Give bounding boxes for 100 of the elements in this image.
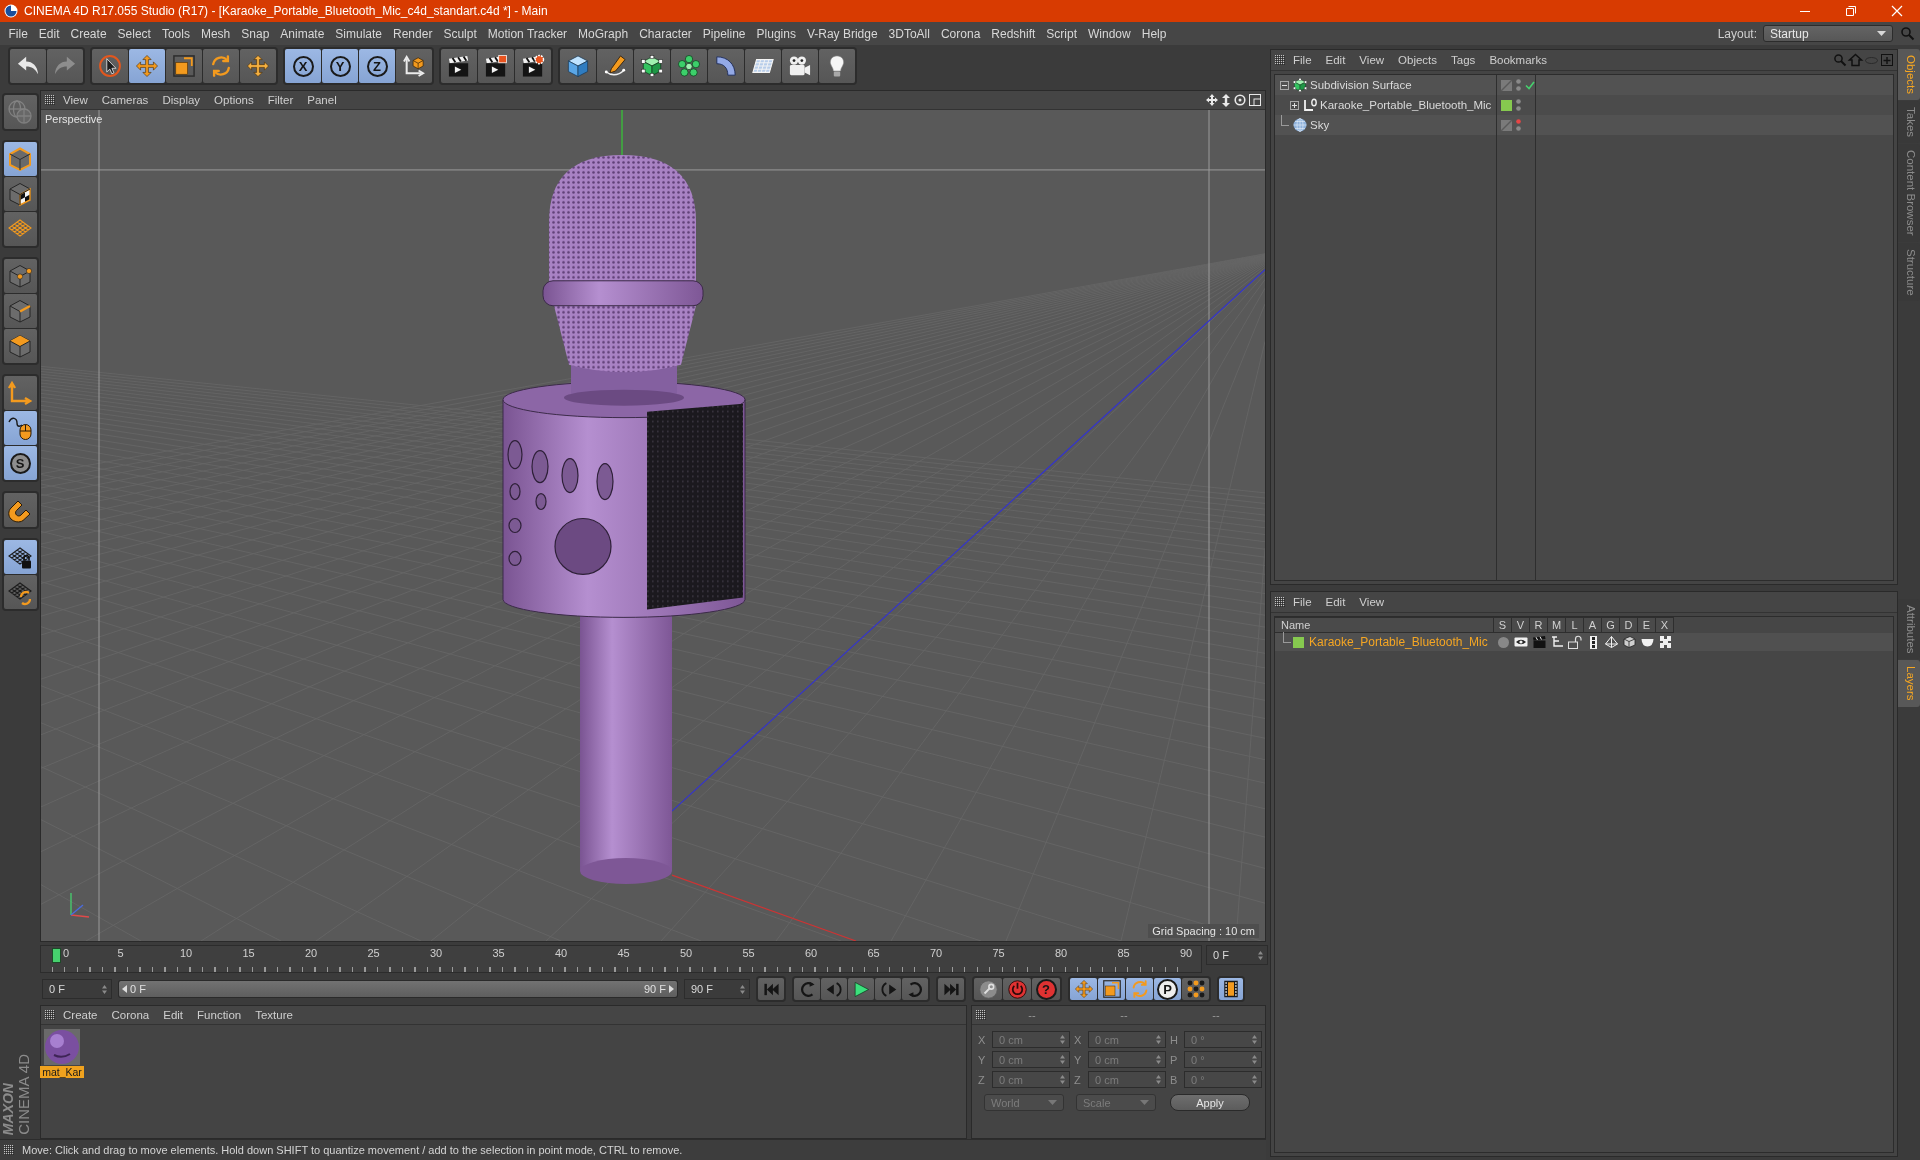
cloner-button[interactable]	[671, 49, 707, 83]
object-name[interactable]: Subdivision Surface	[1310, 79, 1412, 91]
rotate-tool-button[interactable]	[203, 49, 239, 83]
previous-frame-button[interactable]	[821, 978, 847, 1000]
frame-range-slider[interactable]: 0 F 90 F	[118, 980, 678, 998]
light-button[interactable]	[819, 49, 855, 83]
menu-item[interactable]: File	[1287, 596, 1318, 608]
menu-item[interactable]: Plugins	[751, 26, 802, 41]
move-tool-button[interactable]	[129, 49, 165, 83]
menu-item[interactable]: File	[3, 26, 34, 41]
object-row[interactable]: Subdivision Surface	[1275, 75, 1893, 95]
axis-lock-button[interactable]: Y	[322, 49, 358, 83]
column-header[interactable]: A	[1584, 617, 1602, 633]
menu-item[interactable]: Pipeline	[697, 26, 752, 41]
edges-mode-button[interactable]	[3, 294, 37, 328]
render-settings-button[interactable]	[515, 49, 551, 83]
go-to-end-button[interactable]	[938, 978, 964, 1000]
viewport-menu-item[interactable]: Cameras	[95, 94, 155, 106]
menu-item[interactable]: Edit	[1319, 596, 1352, 608]
record-key-button[interactable]	[974, 978, 1002, 1000]
column-header[interactable]: E	[1638, 617, 1656, 633]
cube-button[interactable]	[560, 49, 596, 83]
magnet-button[interactable]	[3, 493, 37, 527]
menu-item[interactable]: Help	[1136, 26, 1172, 41]
range-end-handle[interactable]: 90 F	[644, 983, 674, 995]
layout-dropdown[interactable]: Startup	[1763, 25, 1893, 42]
axis-lock-button[interactable]: X	[285, 49, 321, 83]
menu-item[interactable]: Tools	[156, 26, 196, 41]
material-name[interactable]: mat_Kar	[40, 1066, 84, 1078]
menu-item[interactable]: Sculpt	[437, 26, 483, 41]
playhead-marker[interactable]	[52, 948, 61, 963]
camera-button[interactable]	[782, 49, 818, 83]
menu-item[interactable]: View	[1353, 54, 1391, 66]
scale-tool-button[interactable]	[166, 49, 202, 83]
deformer-button[interactable]	[708, 49, 744, 83]
menu-item[interactable]: Mesh	[195, 26, 236, 41]
next-key-button[interactable]	[902, 978, 928, 1000]
viewport-menu-item[interactable]: View	[57, 94, 94, 106]
undo-button[interactable]	[10, 49, 46, 83]
column-header[interactable]: S	[1494, 617, 1512, 633]
menu-item[interactable]: Objects	[1392, 54, 1444, 66]
side-tab[interactable]: Layers	[1898, 660, 1920, 707]
render-picture-button[interactable]	[478, 49, 514, 83]
column-header[interactable]: M	[1548, 617, 1566, 633]
column-header[interactable]: Name	[1275, 617, 1494, 633]
scale-key-button[interactable]	[1098, 978, 1125, 1000]
menu-item[interactable]: Simulate	[329, 26, 388, 41]
menu-item[interactable]: Motion Tracker	[482, 26, 573, 41]
lock-workplane-button[interactable]	[3, 540, 37, 574]
menu-item[interactable]: 3DToAll	[883, 26, 936, 41]
menu-item[interactable]: Create	[65, 26, 113, 41]
layer-name[interactable]: Karaoke_Portable_Bluetooth_Mic	[1309, 635, 1488, 649]
texture-mode-button[interactable]	[3, 177, 37, 211]
column-header[interactable]: D	[1620, 617, 1638, 633]
viewport-menu-item[interactable]: Display	[156, 94, 207, 106]
object-name[interactable]: Karaoke_Portable_Bluetooth_Mic	[1320, 99, 1492, 111]
transform-tool-button[interactable]	[240, 49, 276, 83]
menu-item[interactable]: File	[1287, 54, 1318, 66]
snap-button[interactable]: S	[3, 446, 37, 480]
next-frame-button[interactable]	[875, 978, 901, 1000]
axis-lock-button[interactable]: Z	[359, 49, 395, 83]
menu-item[interactable]: Corona	[105, 1009, 156, 1021]
menu-item[interactable]: Corona	[935, 26, 986, 41]
menu-item[interactable]: Window	[1082, 26, 1137, 41]
viewport-menu-item[interactable]: Filter	[261, 94, 300, 106]
menu-item[interactable]: Function	[191, 1009, 248, 1021]
timeline-button[interactable]	[1219, 978, 1243, 1000]
select-tool-button[interactable]	[92, 49, 128, 83]
menu-item[interactable]: Bookmarks	[1483, 54, 1553, 66]
current-frame-field[interactable]: 0 F	[1206, 945, 1268, 965]
menu-item[interactable]: Tags	[1445, 54, 1482, 66]
parameter-key-button[interactable]: P	[1154, 978, 1181, 1000]
pen-button[interactable]	[597, 49, 633, 83]
viewport-menu-item[interactable]: Panel	[301, 94, 343, 106]
workplane-mode-button[interactable]	[3, 212, 37, 246]
go-to-start-button[interactable]	[758, 978, 784, 1000]
menu-item[interactable]: Animate	[274, 26, 330, 41]
start-frame-field[interactable]: 0 F	[42, 979, 112, 999]
point-level-button[interactable]	[1182, 978, 1209, 1000]
object-row[interactable]: Sky	[1275, 115, 1893, 135]
menu-item[interactable]: Edit	[1319, 54, 1352, 66]
column-header[interactable]: V	[1512, 617, 1530, 633]
menu-item[interactable]: Character	[633, 26, 698, 41]
model-mode-button[interactable]	[3, 142, 37, 176]
render-view-button[interactable]	[441, 49, 477, 83]
menu-item[interactable]: Script	[1040, 26, 1083, 41]
menu-item[interactable]: Render	[387, 26, 438, 41]
menu-item[interactable]: MoGraph	[572, 26, 634, 41]
side-tab[interactable]: Objects	[1898, 49, 1920, 100]
column-header[interactable]: G	[1602, 617, 1620, 633]
menu-item[interactable]: Snap	[235, 26, 275, 41]
menu-item[interactable]: Redshift	[985, 26, 1041, 41]
polygons-mode-button[interactable]	[3, 329, 37, 363]
axis-mode-button[interactable]	[3, 376, 37, 410]
object-name[interactable]: Sky	[1310, 119, 1330, 131]
autokey-button[interactable]	[1003, 978, 1031, 1000]
tweak-mode-button[interactable]	[3, 411, 37, 445]
menu-item[interactable]: Edit	[157, 1009, 190, 1021]
menu-item[interactable]: Texture	[249, 1009, 299, 1021]
range-start-handle[interactable]: 0 F	[122, 983, 146, 995]
